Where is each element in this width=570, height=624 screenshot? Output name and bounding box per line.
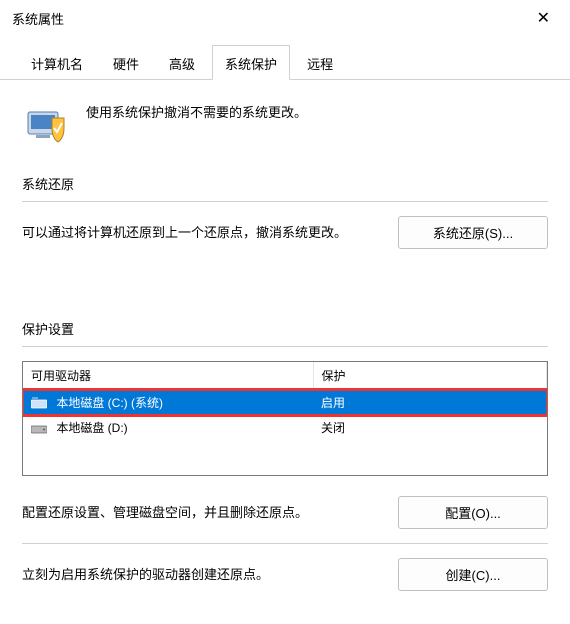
configure-button[interactable]: 配置(O)...	[398, 496, 548, 529]
table-row[interactable]: 本地磁盘 (D:) 关闭	[23, 415, 547, 440]
drive-table: 可用驱动器 保护 本地磁盘 (C:) (系统)	[22, 361, 548, 476]
tab-hardware[interactable]: 硬件	[100, 45, 152, 80]
tab-remote[interactable]: 远程	[294, 45, 346, 80]
configure-description: 配置还原设置、管理磁盘空间，并且删除还原点。	[22, 503, 378, 523]
tabstrip: 计算机名 硬件 高级 系统保护 远程	[0, 36, 570, 80]
column-header-status[interactable]: 保护	[313, 362, 547, 390]
intro-text: 使用系统保护撤消不需要的系统更改。	[86, 98, 307, 121]
drive-status: 启用	[313, 390, 547, 416]
divider	[22, 346, 548, 347]
divider	[22, 201, 548, 202]
create-description: 立刻为启用系统保护的驱动器创建还原点。	[22, 565, 378, 585]
create-button[interactable]: 创建(C)...	[398, 558, 548, 591]
system-restore-button[interactable]: 系统还原(S)...	[398, 216, 548, 249]
restore-description: 可以通过将计算机还原到上一个还原点，撤消系统更改。	[22, 223, 378, 243]
section-title-protection: 保护设置	[22, 319, 548, 338]
column-header-drive[interactable]: 可用驱动器	[23, 362, 313, 390]
drive-icon	[31, 397, 47, 409]
table-row[interactable]: 本地磁盘 (C:) (系统) 启用	[23, 390, 547, 416]
shield-icon	[22, 98, 70, 146]
window-title: 系统属性	[12, 9, 64, 28]
divider	[22, 543, 548, 544]
drive-name: 本地磁盘 (D:)	[56, 421, 127, 435]
drive-status: 关闭	[313, 415, 547, 440]
tab-advanced[interactable]: 高级	[156, 45, 208, 80]
tab-computer-name[interactable]: 计算机名	[18, 45, 96, 80]
section-title-restore: 系统还原	[22, 174, 548, 193]
tab-system-protection[interactable]: 系统保护	[212, 45, 290, 80]
close-icon[interactable]: ✕	[529, 8, 558, 28]
drive-name: 本地磁盘 (C:) (系统)	[56, 396, 163, 410]
drive-icon	[31, 422, 47, 434]
